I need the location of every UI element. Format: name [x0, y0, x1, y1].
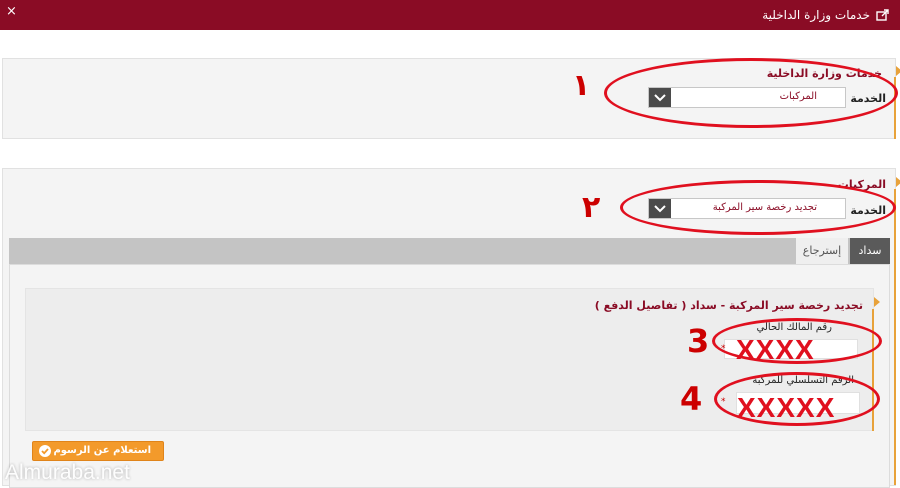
share-icon — [876, 9, 890, 21]
step-number-3: 3 — [687, 322, 710, 360]
annotation-ellipse-3 — [712, 318, 882, 364]
header-title-group: خدمات وزارة الداخلية — [762, 8, 890, 22]
step-number-2: ٢ — [582, 190, 601, 225]
accent-line — [872, 309, 874, 431]
tab-payment[interactable]: سداد — [850, 238, 890, 264]
header-bar: خدمات وزارة الداخلية × — [0, 0, 900, 30]
accent-arrow-icon — [874, 297, 880, 307]
annotation-ellipse-1 — [604, 58, 898, 128]
annotation-ellipse-2 — [620, 180, 896, 235]
tabs-bar: سداد إسترجاع — [9, 238, 890, 264]
site-watermark: Almuraba.net — [5, 461, 130, 484]
annotation-ellipse-4 — [714, 372, 880, 426]
header-title: خدمات وزارة الداخلية — [762, 8, 870, 22]
check-circle-icon — [39, 445, 51, 457]
payment-details-title: تجديد رخصة سير المركبة - سداد ( تفاصيل ا… — [594, 299, 863, 312]
accent-arrow-icon — [896, 177, 900, 187]
step-number-1: ١ — [572, 68, 591, 103]
accent-line — [894, 189, 896, 485]
accent-arrow-icon — [896, 66, 900, 76]
inquire-fees-button[interactable]: استعلام عن الرسوم — [32, 441, 164, 461]
close-button[interactable]: × — [6, 5, 20, 19]
inquire-fees-label: استعلام عن الرسوم — [53, 445, 151, 456]
step-number-4: 4 — [680, 380, 703, 418]
tab-refund[interactable]: إسترجاع — [796, 238, 848, 264]
